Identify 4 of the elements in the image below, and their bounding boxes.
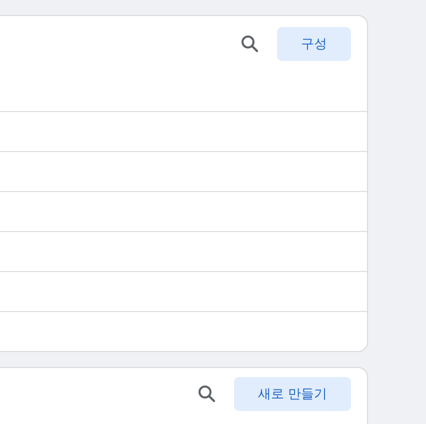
search-icon[interactable]: [196, 384, 217, 404]
search-icon[interactable]: [240, 34, 260, 54]
create-button[interactable]: 새로 만들기: [234, 377, 351, 411]
configure-button[interactable]: 구성: [277, 27, 351, 61]
